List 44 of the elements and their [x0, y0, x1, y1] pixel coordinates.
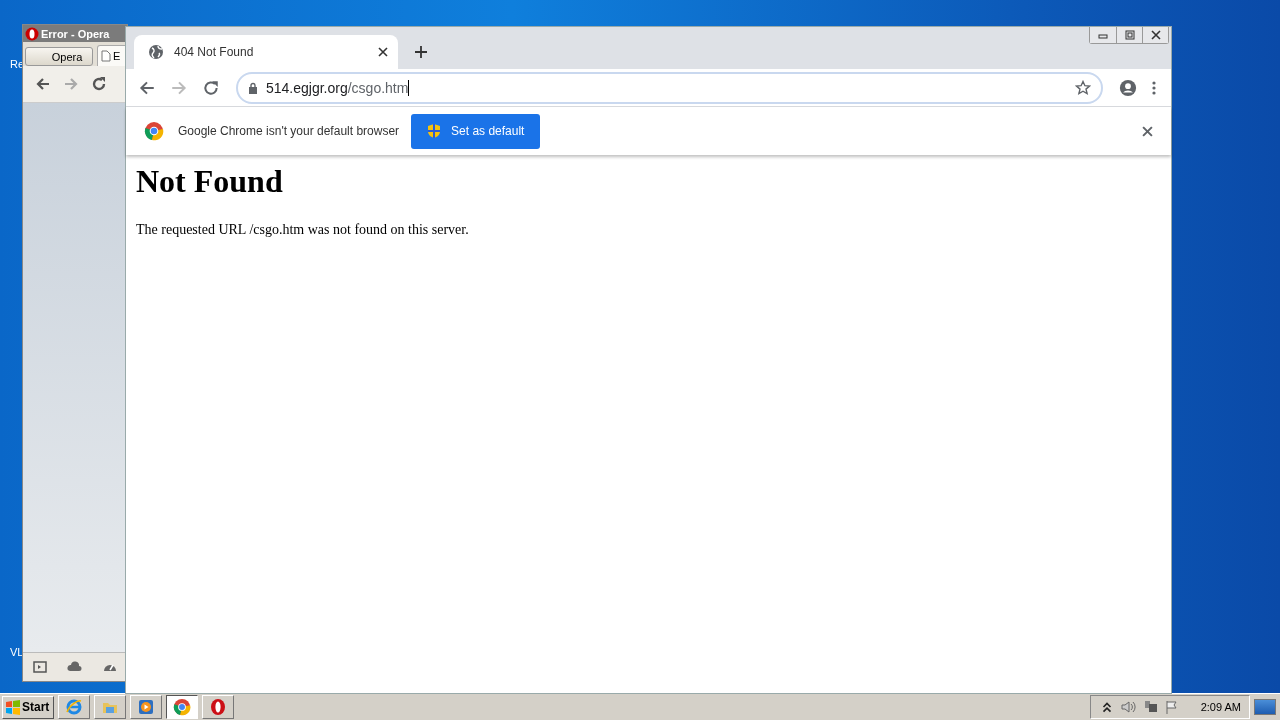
taskbar-opera-button[interactable] [202, 695, 234, 719]
shield-icon [427, 123, 442, 139]
restore-icon [1123, 30, 1136, 40]
url-text: 514.egjgr.org/csgo.htm [266, 79, 409, 96]
new-tab-icon[interactable] [414, 45, 428, 59]
media-player-icon [137, 698, 155, 716]
page-heading: Not Found [136, 163, 284, 200]
address-bar[interactable]: 514.egjgr.org/csgo.htm [236, 71, 1103, 104]
bookmark-star-icon[interactable] [1075, 79, 1091, 96]
browser-e-icon [65, 698, 83, 716]
windows-logo-icon [5, 699, 21, 715]
desktop-icon-label: VL [10, 646, 24, 658]
start-button[interactable]: Start [2, 695, 54, 719]
minimize-button[interactable] [1090, 27, 1116, 43]
close-button[interactable] [1142, 27, 1168, 43]
taskbar-chrome-button[interactable] [166, 695, 198, 719]
taskbar-folder-button[interactable] [94, 695, 126, 719]
close-icon [1149, 30, 1162, 40]
browser-tab[interactable]: E [97, 45, 127, 66]
window-title: Error - Opera [41, 27, 110, 40]
infobar-message: Google Chrome isn't your default browser [178, 124, 400, 138]
browser-tab[interactable]: 404 Not Found [134, 35, 398, 69]
opera-logo-icon [209, 698, 227, 716]
network-icon[interactable] [1142, 700, 1159, 714]
lock-icon [248, 81, 258, 94]
opera-logo-icon [25, 26, 39, 41]
profile-icon[interactable] [1119, 78, 1137, 97]
reload-icon[interactable] [202, 78, 220, 97]
taskbar-ie-button[interactable] [58, 695, 90, 719]
panel-icon[interactable] [32, 659, 49, 675]
close-icon[interactable] [1142, 125, 1153, 137]
page-icon [101, 50, 111, 62]
taskbar-media-button[interactable] [130, 695, 162, 719]
chrome-logo-icon [173, 698, 191, 716]
back-icon[interactable] [35, 76, 51, 92]
close-icon[interactable] [378, 47, 388, 57]
clock: 2:09 AM [1200, 701, 1241, 713]
set-default-button[interactable]: Set as default [411, 113, 541, 149]
globe-icon [148, 44, 164, 60]
reload-icon[interactable] [91, 76, 107, 92]
error-message: The requested URL /csgo.htm was not found on this server. [136, 222, 470, 238]
opera-menu-button[interactable]: Opera [25, 47, 93, 66]
speaker-icon[interactable] [1120, 700, 1137, 714]
chrome-logo-icon [144, 121, 164, 141]
